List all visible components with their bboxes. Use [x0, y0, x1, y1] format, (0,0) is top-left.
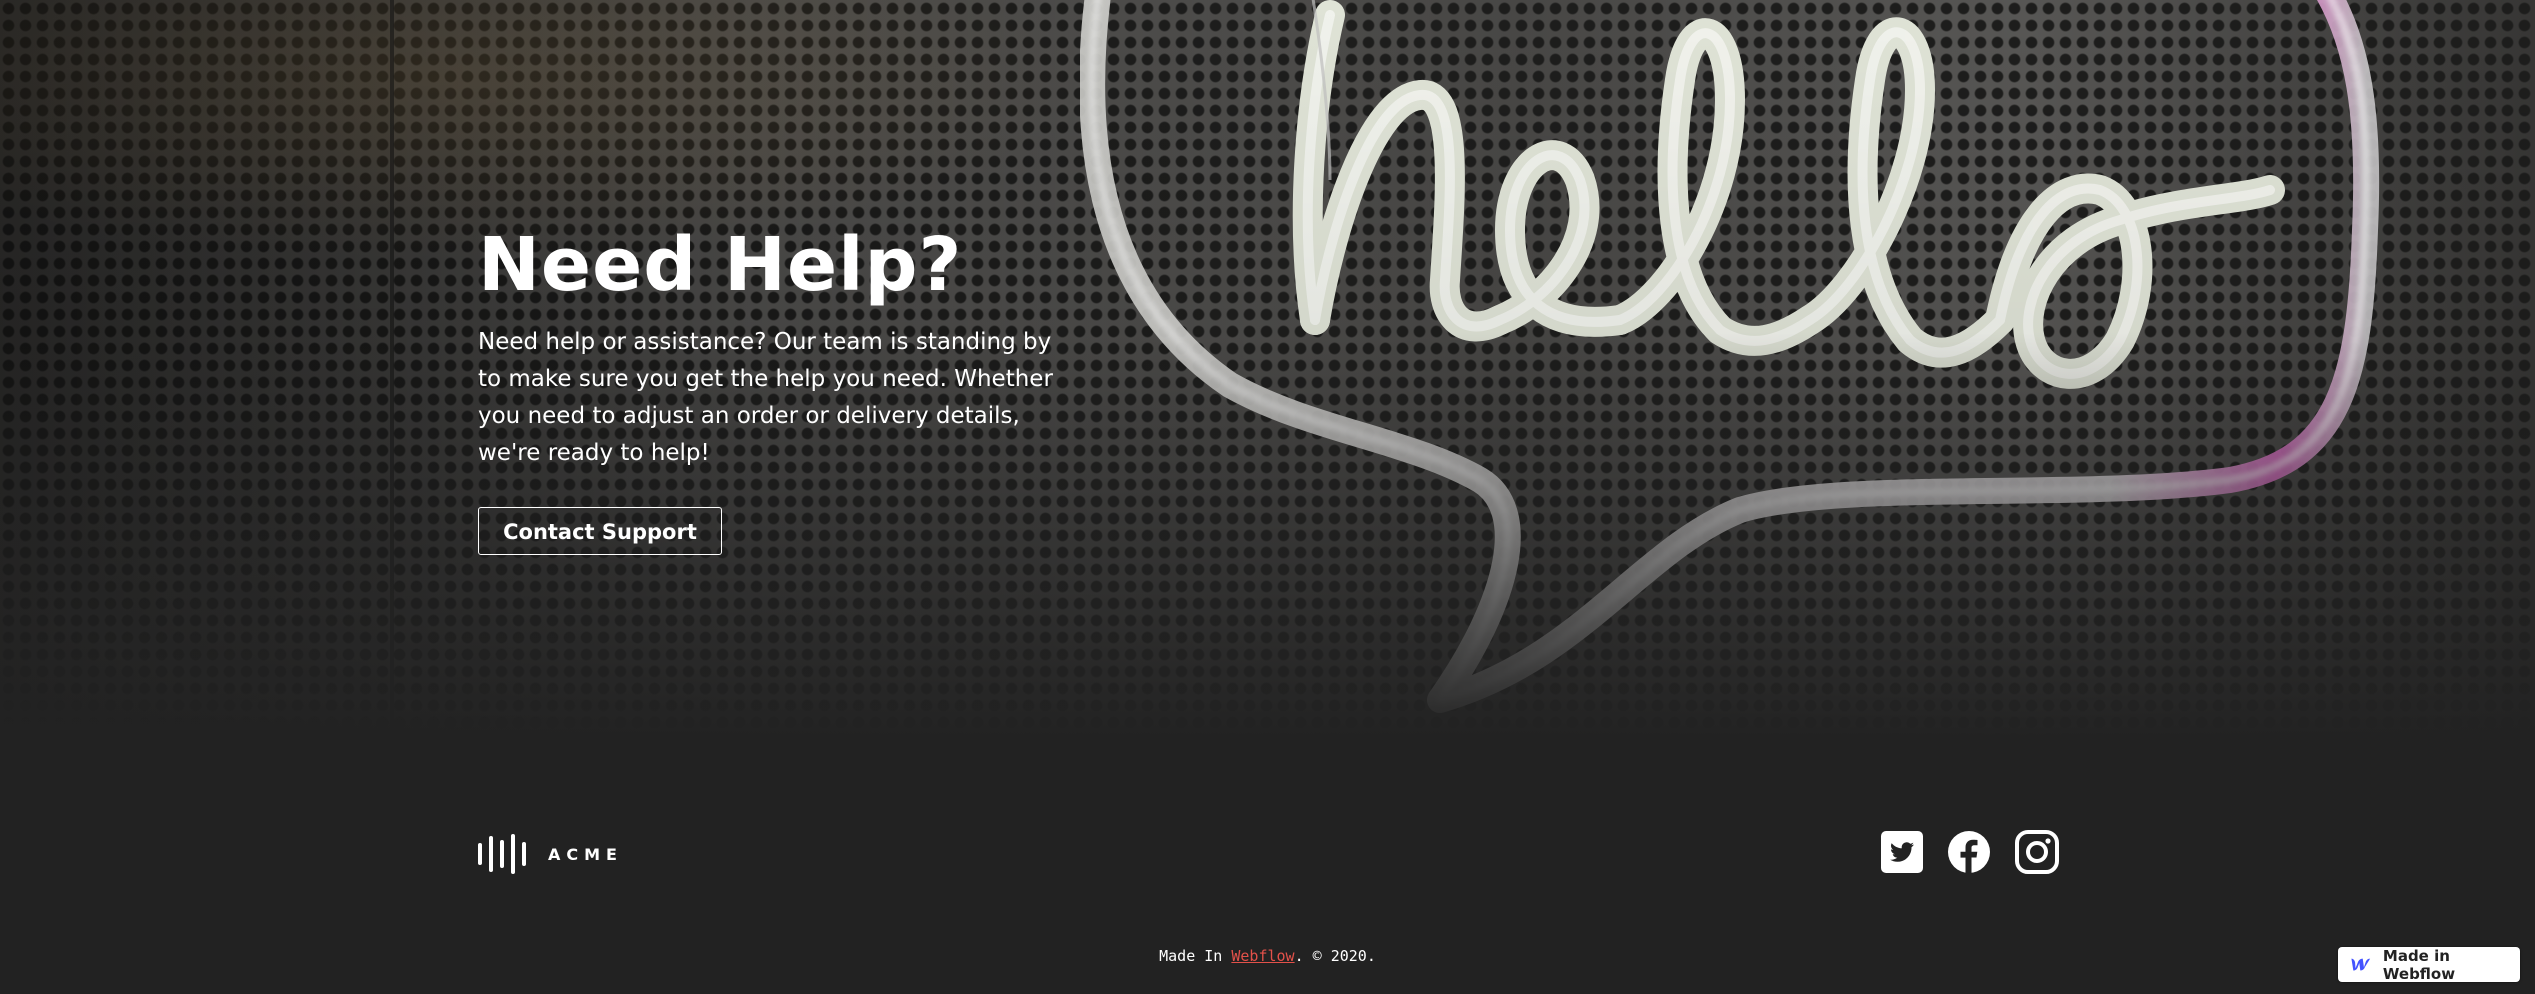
hero-content: Need Help? Need help or assistance? Our …	[478, 220, 1078, 555]
page: Need Help? Need help or assistance? Our …	[0, 0, 2535, 994]
facebook-icon[interactable]	[1947, 830, 1991, 874]
footer: ACME Made In Webflow. © 2020. Made in We…	[0, 740, 2535, 994]
hero-section: Need Help? Need help or assistance? Our …	[0, 0, 2535, 740]
webflow-link[interactable]: Webflow	[1231, 947, 1294, 965]
instagram-icon[interactable]	[2015, 830, 2059, 874]
hero-description: Need help or assistance? Our team is sta…	[478, 329, 1053, 466]
brand-logo-link[interactable]: ACME	[478, 832, 623, 876]
soundwave-logo-icon	[478, 834, 526, 874]
twitter-icon[interactable]	[1880, 830, 1924, 874]
webflow-logo-icon	[2351, 958, 2371, 971]
hero-title: Need Help?	[478, 222, 963, 308]
copyright-text: Made In Webflow. © 2020.	[1159, 947, 1376, 965]
webflow-badge-label: Made in Webflow	[2382, 946, 2456, 983]
made-in-webflow-badge[interactable]: Made in Webflow	[2338, 946, 2520, 983]
contact-support-button[interactable]: Contact Support	[478, 507, 722, 555]
brand-name: ACME	[548, 844, 623, 864]
